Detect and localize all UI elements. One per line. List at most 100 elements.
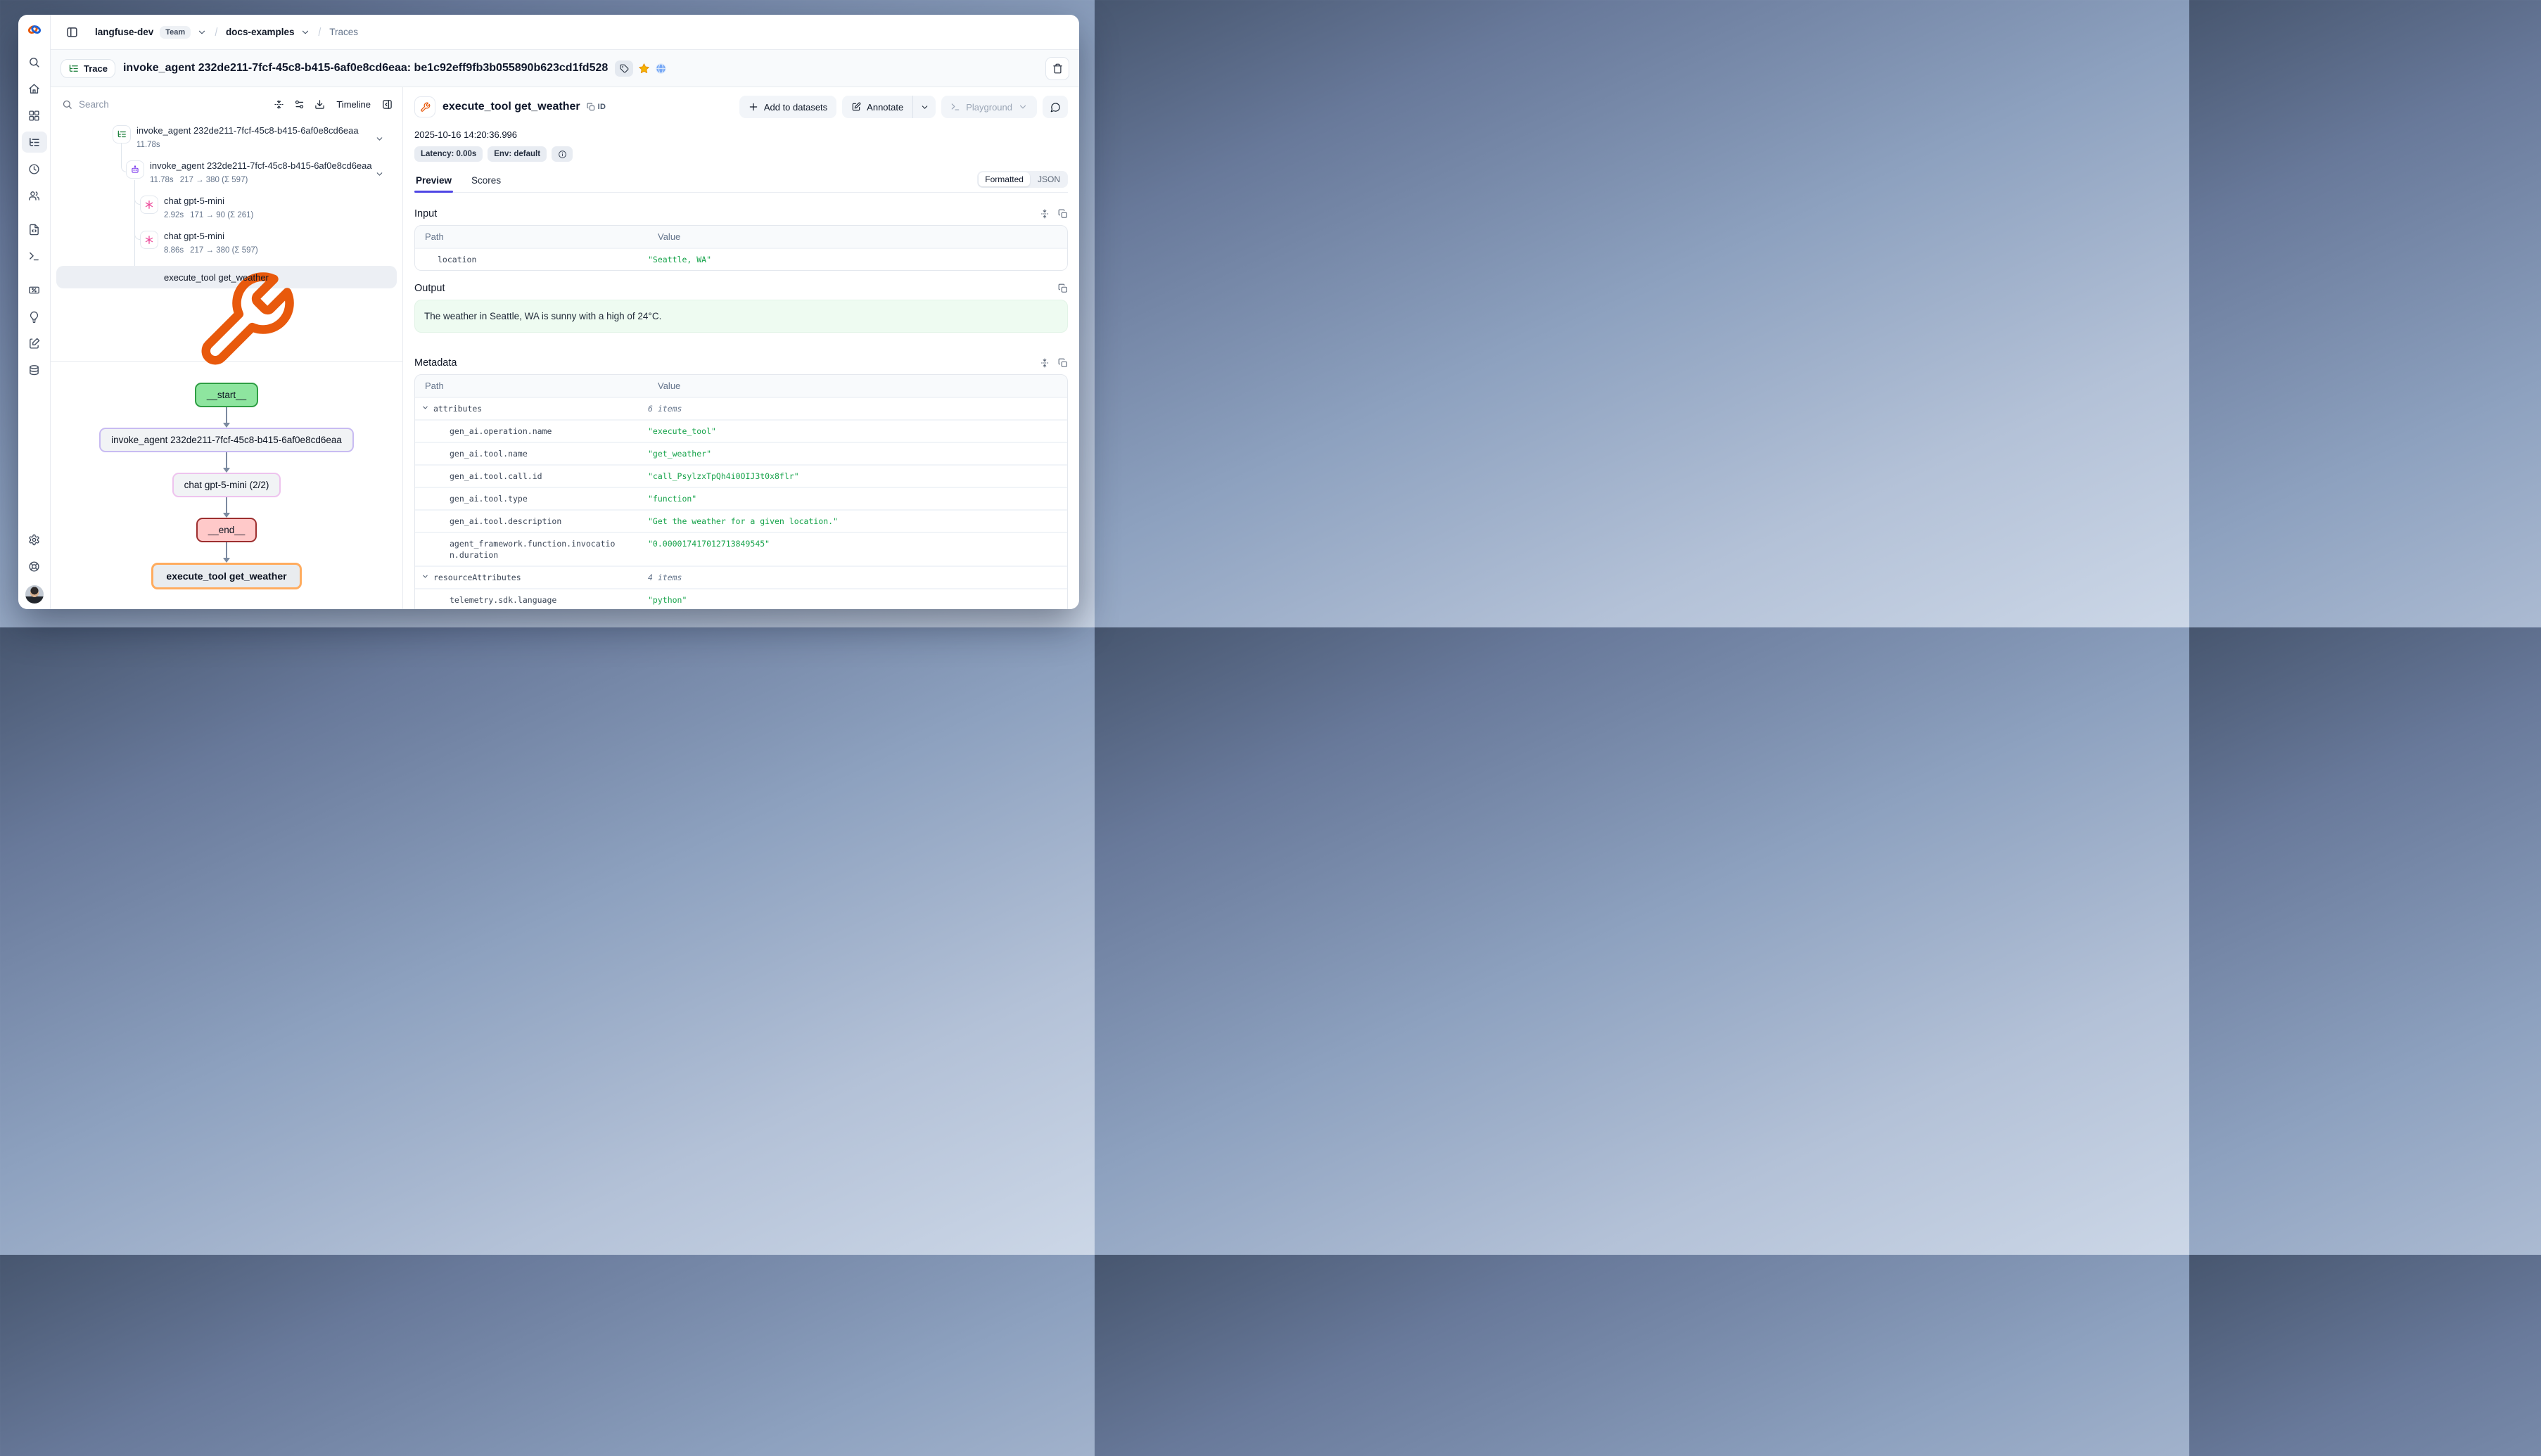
input-table: Path Value location "Seattle, WA" xyxy=(414,225,1068,271)
comments-button[interactable] xyxy=(1043,96,1068,118)
project-name[interactable]: docs-examples xyxy=(226,27,295,37)
start-timestamp: 2025-10-16 14:20:36.996 xyxy=(414,129,1068,140)
nav-prompts-icon[interactable] xyxy=(22,219,47,240)
metadata-path: attributes xyxy=(433,403,482,414)
metadata-path: agent_framework.function.invocation.dura… xyxy=(450,538,618,561)
expand-section-icon[interactable] xyxy=(1040,209,1050,219)
org-name[interactable]: langfuse-dev xyxy=(95,27,153,37)
nav-search-icon[interactable] xyxy=(22,51,47,72)
chevron-down-icon xyxy=(1018,102,1028,112)
annotate-dropdown-button[interactable] xyxy=(913,96,936,118)
tab-scores[interactable]: Scores xyxy=(470,171,502,192)
nav-datasets-icon[interactable] xyxy=(22,359,47,381)
search-field[interactable] xyxy=(79,99,163,110)
metadata-value: "get_weather" xyxy=(648,443,1067,464)
sidebar-toggle-icon[interactable] xyxy=(62,23,82,42)
copy-icon[interactable] xyxy=(1058,358,1068,368)
tree-row-agent[interactable]: invoke_agent 232de211-7fcf-45c8-b415-6af… xyxy=(51,160,397,191)
breadcrumb-slash: / xyxy=(317,25,322,39)
tree-settings-icon[interactable] xyxy=(294,99,305,110)
graph-node-end[interactable]: __end__ xyxy=(196,518,257,542)
user-avatar[interactable] xyxy=(25,585,44,604)
chevron-down-icon[interactable] xyxy=(421,573,429,583)
metadata-section-title: Metadata xyxy=(414,357,457,369)
annotate-button[interactable]: Annotate xyxy=(842,96,912,118)
delete-trace-button[interactable] xyxy=(1045,57,1069,80)
trace-badge-label: Trace xyxy=(84,63,108,74)
tree-row-generation[interactable]: chat gpt-5-mini 2.92s171 → 90 (Σ 261) xyxy=(51,196,397,226)
detail-scroll-area[interactable]: Input Path Value xyxy=(414,193,1068,609)
input-row: location "Seattle, WA" xyxy=(415,248,1067,270)
collapse-all-icon[interactable] xyxy=(274,99,284,110)
copy-id[interactable]: ID xyxy=(587,103,606,111)
chevron-down-icon[interactable] xyxy=(375,170,384,179)
info-icon xyxy=(558,150,567,159)
model-spark-icon xyxy=(144,235,154,245)
chevron-down-icon[interactable] xyxy=(375,134,384,143)
nav-playground-icon[interactable] xyxy=(22,245,47,267)
metadata-value: "function" xyxy=(648,488,1067,509)
graph-node-chat[interactable]: chat gpt-5-mini (2/2) xyxy=(172,473,281,497)
message-bubble-icon xyxy=(1050,102,1061,113)
output-section-title: Output xyxy=(414,283,445,294)
graph-node-start[interactable]: __start__ xyxy=(195,383,258,407)
tab-preview[interactable]: Preview xyxy=(414,171,453,192)
expand-section-icon[interactable] xyxy=(1040,358,1050,368)
copy-icon[interactable] xyxy=(1058,283,1068,293)
graph-edge xyxy=(223,497,230,518)
id-label: ID xyxy=(598,103,606,111)
metadata-path: gen_ai.tool.call.id xyxy=(450,471,542,482)
project-chevron-down-icon[interactable] xyxy=(300,27,310,37)
metadata-col-value: Value xyxy=(648,381,1067,391)
settings-gear-icon[interactable] xyxy=(22,529,47,550)
graph-node-tool[interactable]: execute_tool get_weather xyxy=(151,563,301,589)
format-json-option[interactable]: JSON xyxy=(1031,172,1066,186)
tree-list: invoke_agent 232de211-7fcf-45c8-b415-6af… xyxy=(51,121,402,361)
info-badge[interactable] xyxy=(552,146,573,162)
metadata-path: gen_ai.tool.name xyxy=(450,448,528,459)
support-lifebuoy-icon[interactable] xyxy=(22,556,47,577)
org-chevron-down-icon[interactable] xyxy=(197,27,207,37)
nav-insights-icon[interactable] xyxy=(22,306,47,327)
download-icon[interactable] xyxy=(314,99,325,110)
nav-sessions-icon[interactable] xyxy=(22,158,47,179)
format-formatted-option[interactable]: Formatted xyxy=(979,172,1030,186)
trace-type-badge: Trace xyxy=(60,59,115,78)
nav-annotations-icon[interactable] xyxy=(22,333,47,354)
nav-dashboards-icon[interactable] xyxy=(22,105,47,126)
nav-evaluations-icon[interactable] xyxy=(22,279,47,300)
search-input[interactable] xyxy=(62,99,264,110)
breadcrumb: langfuse-dev Team / docs-examples / Trac… xyxy=(51,15,1079,50)
langfuse-logo xyxy=(27,22,42,37)
metadata-path: gen_ai.operation.name xyxy=(450,426,552,437)
graph-node-agent[interactable]: invoke_agent 232de211-7fcf-45c8-b415-6af… xyxy=(99,428,354,452)
icon-rail xyxy=(18,15,51,609)
tag-icon[interactable] xyxy=(615,60,633,77)
trace-tree-icon xyxy=(117,129,127,139)
tree-row-tool-selected[interactable]: execute_tool get_weather xyxy=(56,266,397,288)
metadata-path: gen_ai.tool.description xyxy=(450,516,561,527)
tree-row-generation[interactable]: chat gpt-5-mini 8.86s217 → 380 (Σ 597) xyxy=(51,231,397,262)
format-toggle: Formatted JSON xyxy=(977,171,1068,188)
search-icon xyxy=(62,99,72,110)
breadcrumb-page[interactable]: Traces xyxy=(329,27,358,37)
trace-title: invoke_agent 232de211-7fcf-45c8-b415-6af… xyxy=(123,62,608,75)
desktop-background: langfuse-dev Team / docs-examples / Trac… xyxy=(0,0,1095,627)
nav-home-icon[interactable] xyxy=(22,78,47,99)
metadata-path: gen_ai.tool.type xyxy=(450,493,528,504)
nav-users-icon[interactable] xyxy=(22,185,47,206)
add-to-datasets-button[interactable]: Add to datasets xyxy=(739,96,836,118)
tree-row-trace[interactable]: invoke_agent 232de211-7fcf-45c8-b415-6af… xyxy=(51,125,397,156)
nav-traces-icon[interactable] xyxy=(22,132,47,153)
input-section-title: Input xyxy=(414,208,437,219)
bookmark-star-icon[interactable] xyxy=(638,63,650,75)
copy-icon[interactable] xyxy=(1058,209,1068,219)
playground-button[interactable]: Playground xyxy=(941,96,1037,118)
metadata-row: gen_ai.tool.description "Get the weather… xyxy=(415,509,1067,532)
metadata-value: 4 items xyxy=(648,567,1067,588)
collapse-panel-icon[interactable] xyxy=(382,99,393,110)
metadata-row: telemetry.sdk.language "python" xyxy=(415,588,1067,609)
timeline-toggle[interactable]: Timeline xyxy=(336,99,371,110)
chevron-down-icon[interactable] xyxy=(421,404,429,414)
public-globe-icon[interactable] xyxy=(655,63,667,75)
